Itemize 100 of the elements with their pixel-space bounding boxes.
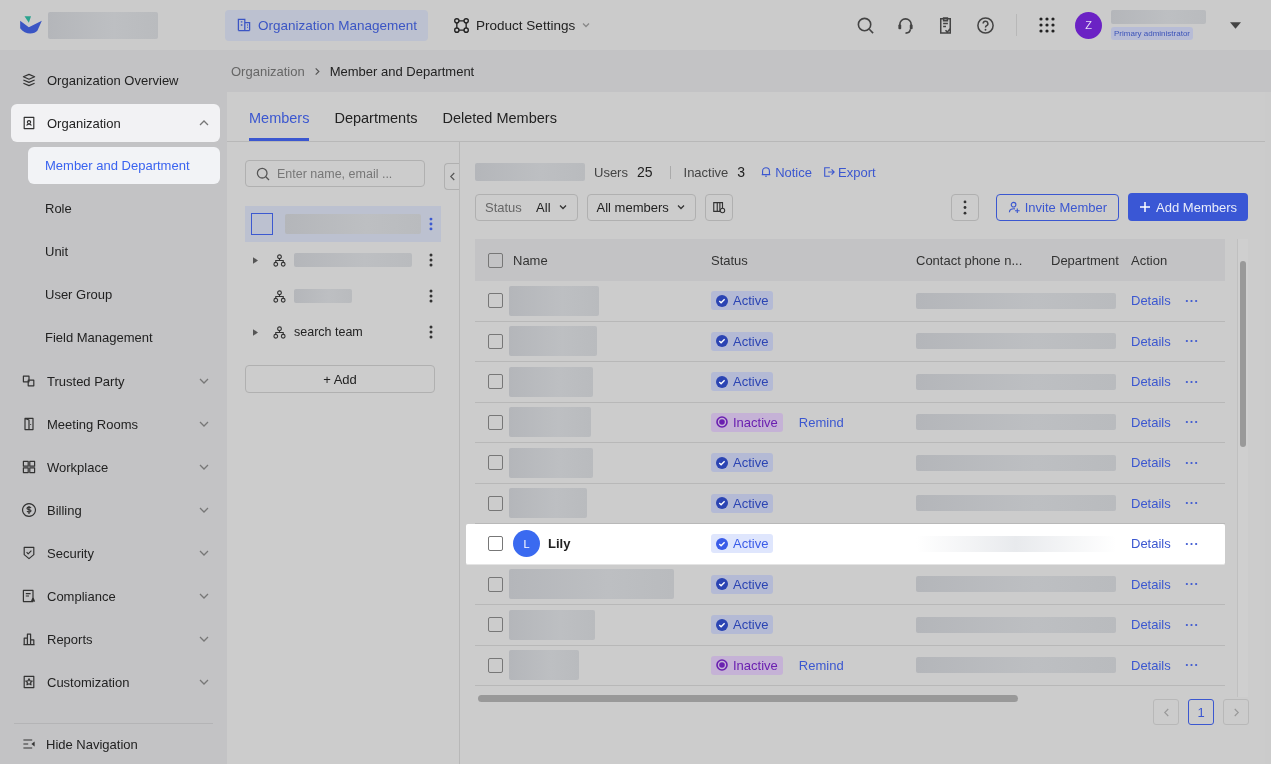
table-row[interactable]: Active Details xyxy=(475,321,1225,362)
collapse-panel-button[interactable] xyxy=(444,163,459,190)
details-link[interactable]: Details xyxy=(1131,293,1171,309)
app-grid-icon[interactable] xyxy=(1038,16,1056,34)
help-icon[interactable] xyxy=(976,15,995,35)
status-badge: Active xyxy=(711,453,774,473)
add-members-button[interactable]: Add Members xyxy=(1128,193,1248,221)
remind-link[interactable]: Remind xyxy=(798,657,844,673)
door-icon xyxy=(21,416,37,432)
page-button[interactable]: 1 xyxy=(1188,699,1214,725)
details-link[interactable]: Details xyxy=(1131,617,1171,633)
headset-icon[interactable] xyxy=(896,15,915,35)
table-row[interactable]: Inactive Remind Details xyxy=(475,645,1225,686)
sidebar-subitem[interactable]: Field Management xyxy=(28,319,220,356)
invite-member-button[interactable]: Invite Member xyxy=(995,193,1120,221)
kebab-menu-icon[interactable] xyxy=(429,253,433,267)
chevron-right-icon xyxy=(1232,707,1240,717)
export-link[interactable]: Export xyxy=(823,164,876,180)
org-chart-icon xyxy=(273,289,286,303)
row-checkbox[interactable] xyxy=(487,617,503,633)
sidebar-subitem[interactable]: Unit xyxy=(28,233,220,270)
row-checkbox[interactable] xyxy=(487,414,503,430)
row-checkbox[interactable] xyxy=(487,455,503,471)
details-link[interactable]: Details xyxy=(1131,414,1171,430)
select-all-checkbox[interactable] xyxy=(487,252,503,268)
sidebar-item[interactable]: Trusted Party xyxy=(11,362,220,400)
sidebar-subitem[interactable]: Member and Department xyxy=(28,147,220,184)
tab[interactable]: Members xyxy=(249,92,310,141)
details-link[interactable]: Details xyxy=(1131,495,1171,511)
sidebar-item[interactable]: Customization xyxy=(11,663,220,701)
tree-node[interactable]: search team xyxy=(245,314,441,350)
kebab-menu-icon[interactable] xyxy=(429,217,433,231)
row-checkbox[interactable] xyxy=(487,374,503,390)
remind-link[interactable]: Remind xyxy=(798,414,844,430)
details-link[interactable]: Details xyxy=(1131,374,1171,390)
more-actions-icon[interactable] xyxy=(1184,460,1198,465)
dropdown-caret-icon[interactable] xyxy=(1230,21,1241,29)
table-row[interactable]: Active Details xyxy=(475,483,1225,524)
kebab-menu-icon[interactable] xyxy=(429,325,433,339)
expand-triangle-icon[interactable] xyxy=(253,328,258,336)
horizontal-scrollbar[interactable] xyxy=(478,695,1018,702)
status-filter-dropdown[interactable]: Status All xyxy=(475,193,578,221)
row-checkbox[interactable] xyxy=(487,536,503,552)
table-row[interactable]: Active Details xyxy=(475,564,1225,605)
table-row[interactable]: Active Details xyxy=(475,443,1225,484)
details-link[interactable]: Details xyxy=(1131,455,1171,471)
table-row[interactable]: L Lily Active Details xyxy=(466,524,1225,565)
more-actions-icon[interactable] xyxy=(1184,501,1198,506)
more-actions-icon[interactable] xyxy=(1184,663,1198,668)
sidebar-item[interactable]: Compliance xyxy=(11,577,220,615)
sidebar-item[interactable]: Reports xyxy=(11,620,220,658)
more-actions-icon[interactable] xyxy=(1184,298,1198,303)
sidebar-item[interactable]: Organization Overview xyxy=(11,61,220,99)
kebab-menu-icon[interactable] xyxy=(429,289,433,303)
sidebar-subitem[interactable]: Role xyxy=(28,190,220,227)
notice-link[interactable]: Notice xyxy=(760,164,812,180)
details-link[interactable]: Details xyxy=(1131,657,1171,673)
breadcrumb-link[interactable]: Organization xyxy=(231,63,305,79)
more-actions-icon[interactable] xyxy=(1184,582,1198,587)
tab[interactable]: Departments xyxy=(334,92,418,141)
row-checkbox[interactable] xyxy=(487,333,503,349)
row-checkbox[interactable] xyxy=(487,657,503,673)
row-checkbox[interactable] xyxy=(487,293,503,309)
column-settings-button[interactable] xyxy=(704,193,733,221)
table-row[interactable]: Active Details xyxy=(475,362,1225,403)
members-filter-dropdown[interactable]: All members xyxy=(586,193,696,221)
search-icon[interactable] xyxy=(856,15,875,35)
details-link[interactable]: Details xyxy=(1131,333,1171,349)
search-field[interactable]: Enter name, email ... xyxy=(245,160,425,187)
add-department-button[interactable]: + Add xyxy=(245,365,435,393)
top-nav-tab[interactable]: Organization Management xyxy=(225,9,429,41)
more-actions-icon[interactable] xyxy=(1184,541,1198,546)
row-checkbox[interactable] xyxy=(487,495,503,511)
sidebar-item[interactable]: Workplace xyxy=(11,448,220,486)
sidebar-item[interactable]: Security xyxy=(11,534,220,572)
bell-icon xyxy=(760,166,773,178)
more-actions-icon[interactable] xyxy=(1184,622,1198,627)
details-link[interactable]: Details xyxy=(1131,576,1171,592)
top-nav-tab[interactable]: Product Settings xyxy=(442,9,603,41)
expand-triangle-icon[interactable] xyxy=(253,256,258,264)
vertical-scrollbar[interactable] xyxy=(1240,261,1246,447)
tree-node[interactable] xyxy=(245,206,441,242)
table-row[interactable]: Inactive Remind Details xyxy=(475,402,1225,443)
table-row[interactable]: Active Details xyxy=(475,605,1225,646)
sidebar-item[interactable]: Meeting Rooms xyxy=(11,405,220,443)
table-row[interactable]: Active Details xyxy=(475,281,1225,322)
user-avatar[interactable]: Z xyxy=(1075,11,1102,39)
layers-icon xyxy=(21,72,37,88)
sidebar-subitem[interactable]: User Group xyxy=(28,276,220,313)
org-chart-icon xyxy=(273,325,286,339)
tab[interactable]: Deleted Members xyxy=(442,92,557,141)
sidebar-item[interactable]: Billing xyxy=(11,491,220,529)
more-actions-icon[interactable] xyxy=(1184,339,1198,344)
more-options-button[interactable] xyxy=(950,193,979,221)
row-checkbox[interactable] xyxy=(487,576,503,592)
collapse-menu-icon xyxy=(21,736,37,752)
details-link[interactable]: Details xyxy=(1131,536,1171,552)
more-actions-icon[interactable] xyxy=(1184,379,1198,384)
more-actions-icon[interactable] xyxy=(1184,420,1198,425)
hide-navigation-button[interactable]: Hide Navigation xyxy=(21,736,138,752)
